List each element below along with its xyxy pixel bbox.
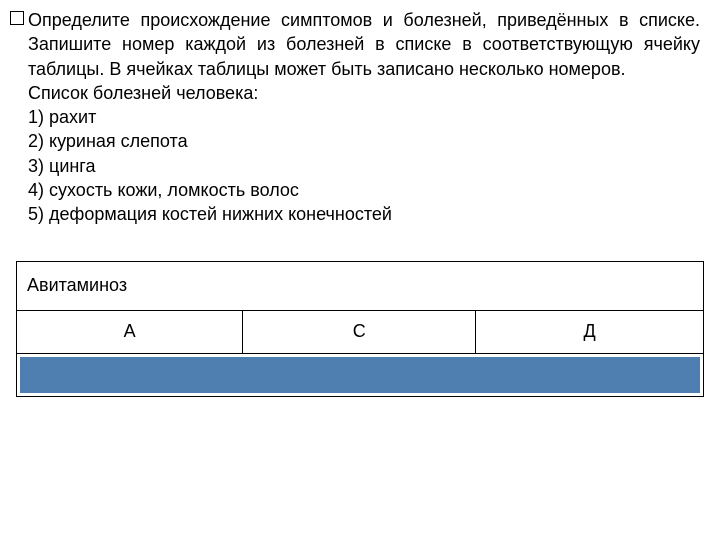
list-item: 2) куриная слепота <box>28 129 700 153</box>
column-header-d: Д <box>476 310 704 353</box>
answer-table-wrap: Авитаминоз А С Д <box>16 261 704 397</box>
question-block: Определите происхождение симптомов и бол… <box>12 8 708 227</box>
list-item: 5) деформация костей нижних конечностей <box>28 202 700 226</box>
list-title: Список болезней человека: <box>28 81 700 105</box>
instruction-text: Определите происхождение симптомов и бол… <box>28 8 700 81</box>
list-item: 3) цинга <box>28 154 700 178</box>
answer-table: Авитаминоз А С Д <box>16 261 704 397</box>
answer-row-cell[interactable] <box>17 353 704 396</box>
list-item: 1) рахит <box>28 105 700 129</box>
column-header-a: А <box>17 310 243 353</box>
table-header-cell: Авитаминоз <box>17 261 704 310</box>
column-header-c: С <box>243 310 476 353</box>
list-item: 4) сухость кожи, ломкость волос <box>28 178 700 202</box>
answer-highlight <box>20 357 700 393</box>
worksheet-page: Определите происхождение симптомов и бол… <box>0 0 720 397</box>
question-checkbox[interactable] <box>10 11 24 25</box>
